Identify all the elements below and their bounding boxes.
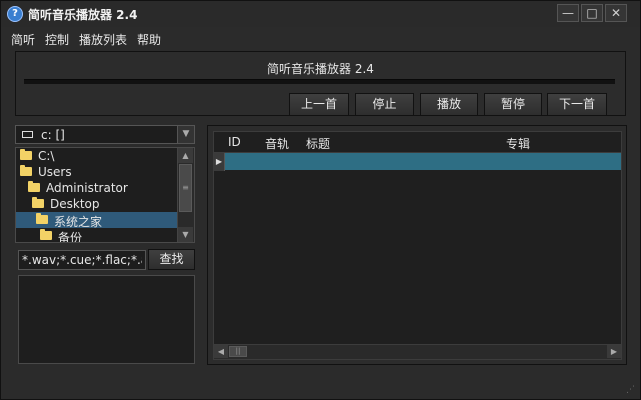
tree-item-label: 备份 <box>58 231 83 243</box>
maximize-button[interactable]: □ <box>581 4 603 22</box>
file-browser: c: [] ▼ 备份 系统之家 Desktop Administrator Users C… <box>15 125 197 364</box>
folder-icon <box>36 213 48 224</box>
tree-item[interactable]: 备份 <box>16 228 178 243</box>
playlist-panel: ID 音轨 标题 专辑 ▶ ◀ || ▶ <box>207 125 627 365</box>
folder-tree[interactable]: 备份 系统之家 Desktop Administrator Users C:\ ▲ ≡ ▼ <box>15 147 195 243</box>
menu-jianting[interactable]: 简听 <box>11 31 35 48</box>
column-id[interactable]: ID <box>228 135 241 149</box>
folder-icon <box>20 149 32 160</box>
pause-button[interactable]: 暂停 <box>484 93 542 116</box>
file-list[interactable] <box>18 275 195 364</box>
tree-item[interactable]: Administrator <box>16 180 178 196</box>
folder-icon <box>32 197 44 208</box>
menu-bar: 简听 控制 播放列表 帮助 <box>1 28 640 50</box>
now-playing-title: 简听音乐播放器 2.4 <box>267 62 374 76</box>
folder-icon <box>20 165 32 176</box>
tree-item[interactable]: Desktop <box>16 196 178 212</box>
drive-select[interactable]: c: [] ▼ <box>15 125 195 144</box>
scroll-up-icon[interactable]: ▲ <box>178 148 193 163</box>
close-button[interactable]: ✕ <box>605 4 627 22</box>
play-button[interactable]: 播放 <box>420 93 478 116</box>
drive-icon <box>22 131 33 138</box>
menu-control[interactable]: 控制 <box>45 31 69 48</box>
playlist-hscrollbar[interactable]: ◀ || ▶ <box>214 344 621 359</box>
scroll-right-icon[interactable]: ▶ <box>607 345 621 358</box>
resize-grip-icon[interactable]: ⋰ <box>626 385 636 395</box>
playlist-grid[interactable]: ID 音轨 标题 专辑 ▶ ◀ || ▶ <box>213 131 622 360</box>
tree-item[interactable]: 系统之家 <box>16 212 178 229</box>
progress-bar[interactable] <box>24 79 615 84</box>
folder-icon <box>40 229 52 240</box>
menu-playlist[interactable]: 播放列表 <box>79 31 127 48</box>
scroll-left-icon[interactable]: ◀ <box>214 345 228 358</box>
file-filter-input[interactable] <box>18 250 146 270</box>
stop-button[interactable]: 停止 <box>355 93 414 116</box>
tree-item-label: Users <box>38 165 72 179</box>
window-title: 简听音乐播放器 2.4 <box>28 8 138 22</box>
drive-label: c: [] <box>41 128 65 142</box>
tree-item-label: C:\ <box>38 149 55 163</box>
scroll-down-icon[interactable]: ▼ <box>178 227 193 242</box>
find-button[interactable]: 查找 <box>148 249 195 270</box>
tree-item[interactable]: Users <box>16 164 178 180</box>
tree-item-label: Desktop <box>50 197 100 211</box>
minimize-button[interactable]: — <box>557 4 579 22</box>
tree-item-label: 系统之家 <box>54 215 103 229</box>
title-bar[interactable]: ? 简听音乐播放器 2.4 — □ ✕ <box>1 1 640 27</box>
menu-help[interactable]: 帮助 <box>137 31 161 48</box>
playlist-header: ID 音轨 标题 专辑 <box>214 132 621 153</box>
column-title[interactable]: 标题 <box>306 135 330 152</box>
tree-item-label: Administrator <box>46 181 128 195</box>
column-album[interactable]: 专辑 <box>506 135 530 152</box>
prev-button[interactable]: 上一首 <box>289 93 349 116</box>
tree-item[interactable]: C:\ <box>16 148 178 164</box>
chevron-down-icon[interactable]: ▼ <box>177 126 194 143</box>
player-panel: 简听音乐播放器 2.4 上一首 停止 播放 暂停 下一首 <box>15 51 626 116</box>
app-window: ? 简听音乐播放器 2.4 — □ ✕ 简听 控制 播放列表 帮助 简听音乐播放… <box>0 0 641 400</box>
row-pointer-icon: ▶ <box>214 153 225 171</box>
scroll-thumb[interactable]: ≡ <box>179 164 192 212</box>
folder-icon <box>28 181 40 192</box>
question-circle-icon: ? <box>7 6 23 22</box>
table-row[interactable] <box>225 153 621 170</box>
hscroll-thumb[interactable]: || <box>229 346 247 357</box>
next-button[interactable]: 下一首 <box>547 93 607 116</box>
tree-scrollbar[interactable]: ▲ ≡ ▼ <box>177 148 194 242</box>
column-track[interactable]: 音轨 <box>265 135 289 152</box>
